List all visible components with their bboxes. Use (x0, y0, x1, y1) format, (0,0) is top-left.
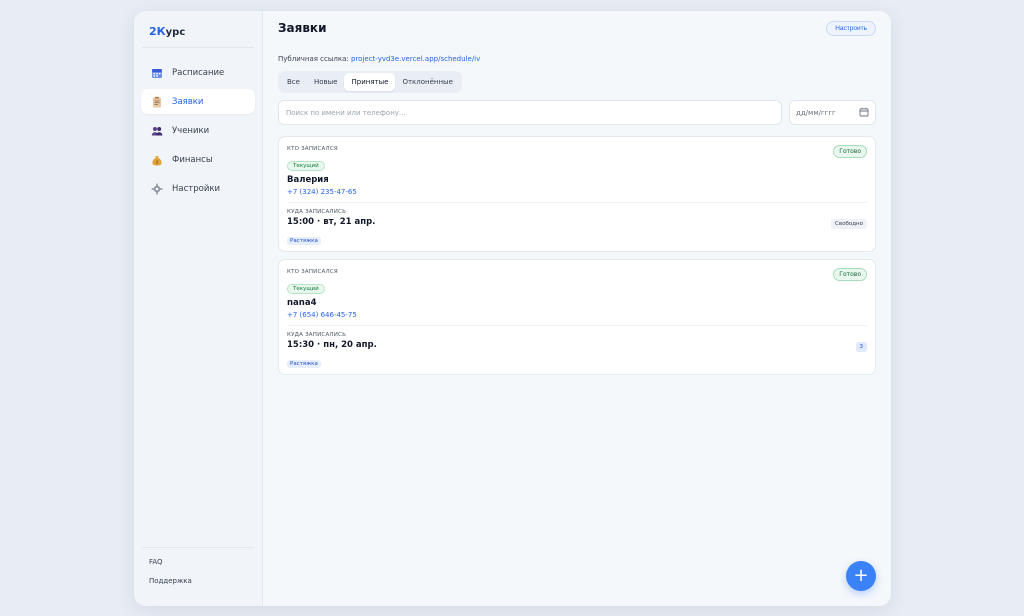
gear-icon (151, 183, 163, 195)
request-card-client: КТО ЗАПИСАЛСЯ Текущий nana4 +7 (654) 646… (287, 260, 867, 326)
sidebar-item-label: Заявки (172, 96, 204, 107)
sidebar-item-finance[interactable]: $ Финансы (141, 147, 255, 172)
sidebar-item-label: Расписание (172, 67, 225, 78)
support-link[interactable]: Поддержка (142, 577, 254, 585)
client-phone[interactable]: +7 (324) 235-47-65 (287, 188, 867, 196)
users-icon (151, 125, 163, 137)
client-phone[interactable]: +7 (654) 646-45-75 (287, 311, 867, 319)
request-card[interactable]: КТО ЗАПИСАЛСЯ Текущий nana4 +7 (654) 646… (278, 259, 876, 375)
client-name: nana4 (287, 298, 317, 308)
status-tabs: Все Новые Принятые Отклонённые (278, 71, 462, 93)
tab-rejected[interactable]: Отклонённые (395, 73, 459, 91)
page-title: Заявки (278, 21, 327, 35)
date-placeholder: дд/мм/гггг (796, 108, 836, 117)
public-link-url[interactable]: project-yvd3e.vercel.app/schedule/iv (351, 55, 480, 63)
who-label: КТО ЗАПИСАЛСЯ (287, 146, 338, 152)
tab-accepted[interactable]: Принятые (344, 73, 396, 91)
slot-time: 15:30 · пн, 20 апр. (287, 340, 377, 350)
filters-row: дд/мм/гггг (278, 100, 876, 125)
sidebar-nav: Расписание Заявки Ученики $ Финансы Наст… (134, 60, 262, 201)
request-card-slot: КУДА ЗАПИСАЛИСЬ 15:00 · вт, 21 апр. Раст… (287, 203, 867, 251)
slot-time: 15:00 · вт, 21 апр. (287, 217, 376, 227)
sidebar-item-settings[interactable]: Настройки (141, 176, 255, 201)
count-badge: 3 (855, 342, 867, 352)
current-badge: Текущий (287, 161, 325, 171)
tab-new[interactable]: Новые (307, 73, 345, 91)
sidebar-item-label: Ученики (172, 125, 210, 136)
sidebar-item-requests[interactable]: Заявки (141, 89, 255, 114)
date-filter[interactable]: дд/мм/гггг (789, 100, 876, 125)
request-card-slot: КУДА ЗАПИСАЛИСЬ 15:30 · пн, 20 апр. Раст… (287, 326, 867, 374)
client-name: Валерия (287, 175, 329, 185)
add-request-button[interactable]: + (846, 561, 876, 591)
app-window: 2Курс Расписание Заявки Ученики $ Финанс… (134, 11, 891, 606)
money-bag-icon: $ (151, 154, 163, 166)
calendar-icon (151, 67, 163, 79)
plus-icon: + (853, 565, 869, 586)
sidebar-footer: FAQ Поддержка (142, 547, 254, 596)
tab-all[interactable]: Все (280, 73, 307, 91)
faq-link[interactable]: FAQ (142, 558, 254, 566)
class-tag: Растяжка (287, 360, 321, 368)
search-input[interactable] (278, 100, 782, 125)
request-card-client: КТО ЗАПИСАЛСЯ Текущий Валерия +7 (324) 2… (287, 137, 867, 203)
logo[interactable]: 2Курс (142, 11, 254, 48)
status-badge: Готово (833, 268, 867, 281)
public-link-row: Публичная ссылка: project-yvd3e.vercel.a… (278, 55, 876, 63)
calendar-icon (859, 107, 869, 119)
sidebar-item-students[interactable]: Ученики (141, 118, 255, 143)
sidebar-item-label: Настройки (172, 183, 221, 194)
public-link-label: Публичная ссылка: (278, 55, 349, 63)
where-label: КУДА ЗАПИСАЛИСЬ (287, 209, 347, 215)
sidebar-item-label: Финансы (172, 154, 213, 165)
page-header: Заявки Настроить (278, 11, 876, 43)
setup-button[interactable]: Настроить (826, 20, 876, 36)
sidebar: 2Курс Расписание Заявки Ученики $ Финанс… (134, 11, 263, 606)
clipboard-icon (151, 96, 163, 108)
status-badge: Готово (833, 145, 867, 158)
who-label: КТО ЗАПИСАЛСЯ (287, 269, 338, 275)
sidebar-item-schedule[interactable]: Расписание (141, 60, 255, 85)
svg-text:$: $ (156, 159, 159, 165)
availability-badge: Свободно (831, 219, 867, 229)
current-badge: Текущий (287, 284, 325, 294)
where-label: КУДА ЗАПИСАЛИСЬ (287, 332, 347, 338)
request-card[interactable]: КТО ЗАПИСАЛСЯ Текущий Валерия +7 (324) 2… (278, 136, 876, 252)
main-content: Заявки Настроить Публичная ссылка: proje… (263, 11, 891, 606)
class-tag: Растяжка (287, 237, 321, 245)
